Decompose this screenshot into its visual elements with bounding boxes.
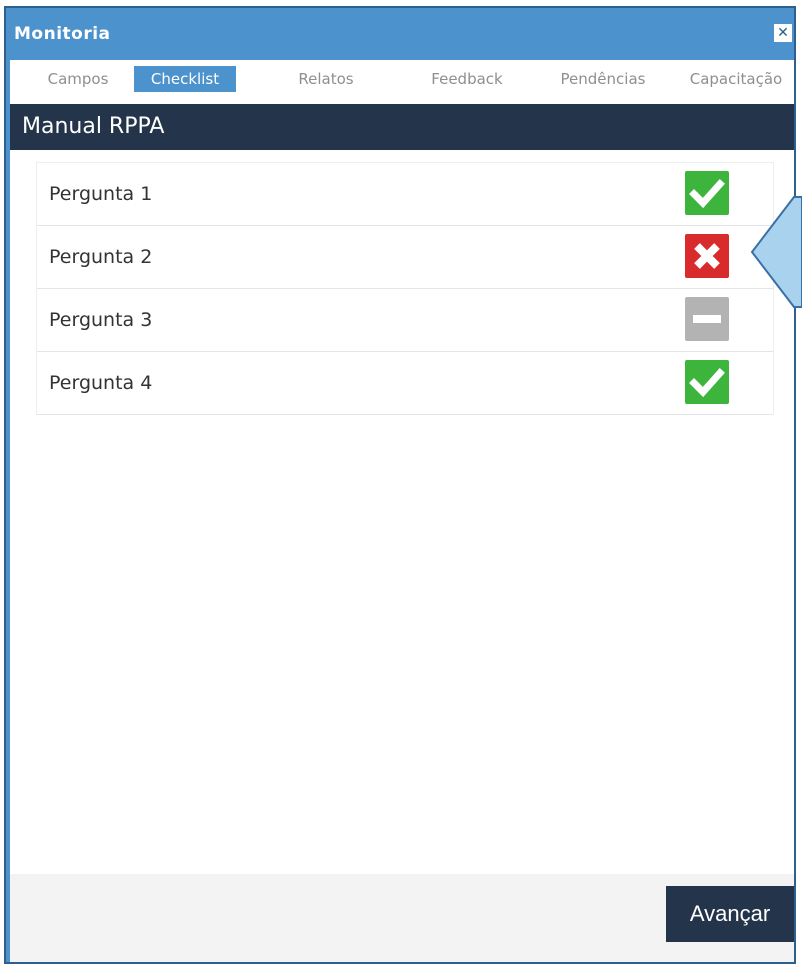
question-list: Pergunta 1 Pergunta 2 Pergunta 3 Pergunt… [36,162,774,415]
tab-campos[interactable]: Campos [38,66,118,92]
tab-bar: Campos Checklist Relatos Feedback Pendên… [10,60,794,105]
tab-capacitacao[interactable]: Capacitação [680,66,792,92]
question-row: Pergunta 1 [37,163,773,226]
tab-pendencias[interactable]: Pendências [546,66,660,92]
callout-pointer-shape [750,196,802,308]
x-icon[interactable] [685,234,729,278]
minus-icon[interactable] [685,297,729,341]
check-icon[interactable] [685,360,729,404]
question-label: Pergunta 4 [49,372,153,394]
question-row: Pergunta 2 [37,226,773,289]
tab-checklist[interactable]: Checklist [134,66,236,92]
checklist-panel: Manual RPPA Pergunta 1 Pergunta 2 Pergun… [10,104,794,962]
question-label: Pergunta 3 [49,309,153,331]
close-icon[interactable]: ✕ [774,24,792,42]
title-bar: Monitoria ✕ [6,8,794,58]
question-label: Pergunta 1 [49,183,153,205]
question-row: Pergunta 3 [37,289,773,352]
footer-bar: Avançar [10,874,794,962]
next-button[interactable]: Avançar [666,886,794,942]
question-row: Pergunta 4 [37,352,773,415]
check-icon[interactable] [685,171,729,215]
window-title: Monitoria [14,24,111,44]
tab-feedback[interactable]: Feedback [420,66,514,92]
section-title: Manual RPPA [10,104,794,150]
tab-relatos[interactable]: Relatos [288,66,364,92]
question-label: Pergunta 2 [49,246,153,268]
monitoria-window: Monitoria ✕ Campos Checklist Relatos Fee… [4,6,796,964]
